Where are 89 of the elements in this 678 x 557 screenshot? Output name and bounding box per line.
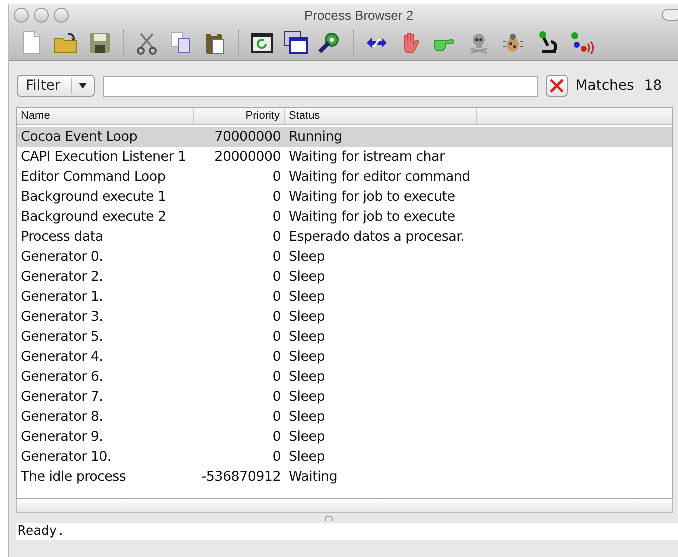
table-row[interactable]: Generator 7. 0 Sleep [17, 387, 672, 407]
table-cell-text: Esperado datos a procesar. [288, 229, 466, 245]
horizontal-scrollbar[interactable] [16, 499, 673, 513]
table-cell-text: Generator 8. [20, 409, 104, 425]
table-cell-text: 0 [272, 269, 282, 285]
table-cell-text: Editor Command Loop [20, 169, 167, 185]
filter-field[interactable] [102, 76, 538, 96]
windows-icon[interactable] [283, 30, 309, 56]
table-cell-text: 0 [272, 189, 282, 205]
refresh-window-icon[interactable] [249, 30, 275, 56]
table-cell-text: 0 [272, 209, 282, 225]
table-cell-text: Generator 5. [20, 329, 104, 345]
window-title: Process Browser 2 [303, 8, 415, 22]
table-row[interactable]: Generator 9. 0 Sleep [17, 427, 672, 447]
table-cell-text: 0 [272, 249, 282, 265]
table-cell-text: Waiting for job to execute [288, 189, 456, 205]
table-cell-text: Waiting [288, 469, 339, 485]
table-cell-text: Generator 3. [20, 309, 104, 325]
table-row[interactable]: Editor Command Loop 0 Waiting for editor command [17, 167, 672, 187]
table-row[interactable]: Generator 4. 0 Sleep [17, 347, 672, 367]
table-cell-text: Generator 1. [20, 289, 104, 305]
table-cell-text: -536870912 [200, 469, 282, 485]
table-cell-text: Generator 6. [20, 369, 104, 385]
table-cell-text: Sleep [288, 249, 326, 265]
table-cell-text: 0 [272, 369, 282, 385]
table-cell-text: Sleep [288, 449, 326, 465]
caret-icon[interactable] [78, 83, 87, 89]
filter-dropdown[interactable]: Filter [17, 75, 95, 97]
table-row[interactable]: Process data 0 Esperado datos a procesar. [17, 227, 672, 247]
table-row[interactable]: CAPI Execution Listener 1 20000000 Waiting for istream char [17, 147, 672, 167]
table-cell-text: Sleep [288, 369, 326, 385]
table-cell-text: Sleep [288, 389, 326, 405]
column-header[interactable]: Priority [194, 108, 285, 124]
table-cell-text: Sleep [288, 349, 326, 365]
column-header[interactable]: Status [285, 108, 477, 124]
table-cell-text: Background execute 2 [20, 209, 168, 225]
table-cell-text: 0 [272, 389, 282, 405]
table-row[interactable]: Generator 3. 0 Sleep [17, 307, 672, 327]
table-cell-text: 0 [272, 449, 282, 465]
table-cell-text: 0 [272, 329, 282, 345]
table-cell-text: Sleep [288, 409, 326, 425]
table-cell-text: 0 [272, 429, 282, 445]
table-row[interactable]: Background execute 1 0 Waiting for job to execute [17, 187, 672, 207]
table-cell-text: Sleep [288, 309, 326, 325]
table-row[interactable]: Generator 0. 0 Sleep [17, 247, 672, 267]
table-cell-text: Sleep [288, 329, 326, 345]
table-cell-text: 0 [272, 289, 282, 305]
table-cell-text: 20000000 [214, 149, 282, 165]
status-text: Ready. [16, 523, 678, 540]
matches-count: 18 [644, 78, 662, 94]
table-cell-text: Waiting for job to execute [288, 209, 456, 225]
table-row[interactable]: Generator 2. 0 Sleep [17, 267, 672, 287]
table-row[interactable]: The idle process -536870912 Waiting [17, 467, 672, 487]
table-row[interactable]: Cocoa Event Loop 70000000 Running [17, 127, 672, 147]
toolbar-toggle-button[interactable] [662, 9, 678, 21]
table-cell-text: Generator 7. [20, 389, 104, 405]
table-cell-text: Sleep [288, 429, 326, 445]
table-cell-text: Process data [20, 229, 104, 245]
table-cell-text: Running [288, 129, 344, 145]
table-cell-text: Background execute 1 [20, 189, 168, 205]
table-cell-text: 0 [272, 309, 282, 325]
table-cell-text: Generator 10. [20, 449, 112, 465]
table-cell-text: 70000000 [214, 129, 282, 145]
clear-button[interactable] [546, 75, 568, 97]
table-cell-text: Generator 9. [20, 429, 104, 445]
column-header[interactable]: Name [17, 108, 194, 124]
table-row[interactable]: Generator 10. 0 Sleep [17, 447, 672, 467]
splitter-handle[interactable] [324, 516, 332, 520]
table-cell-text: Sleep [288, 289, 326, 305]
table-cell-text: 0 [272, 349, 282, 365]
table-row[interactable]: Generator 5. 0 Sleep [17, 327, 672, 347]
table-cell-text: 0 [272, 229, 282, 245]
matches-label: Matches [576, 78, 634, 94]
table-cell-text: 0 [272, 169, 282, 185]
table-cell-text: Sleep [288, 269, 326, 285]
table-cell-text: Cocoa Event Loop [20, 129, 138, 145]
table-row[interactable]: Generator 6. 0 Sleep [17, 367, 672, 387]
table-cell-text: Generator 4. [20, 349, 104, 365]
table-cell-text: Waiting for editor command [288, 169, 472, 185]
table-cell-text: Waiting for istream char [288, 149, 446, 165]
table-row[interactable]: Generator 8. 0 Sleep [17, 407, 672, 427]
table-row[interactable]: Generator 1. 0 Sleep [17, 287, 672, 307]
table-cell-text: Generator 0. [20, 249, 104, 265]
table-cell-text: CAPI Execution Listener 1 [20, 149, 188, 165]
table-cell-text: The idle process [20, 469, 128, 485]
table-row[interactable]: Background execute 2 0 Waiting for job to execute [17, 207, 672, 227]
folder-icon[interactable] [53, 30, 79, 56]
table-cell-text: Generator 2. [20, 269, 104, 285]
table-cell-text: 0 [272, 409, 282, 425]
